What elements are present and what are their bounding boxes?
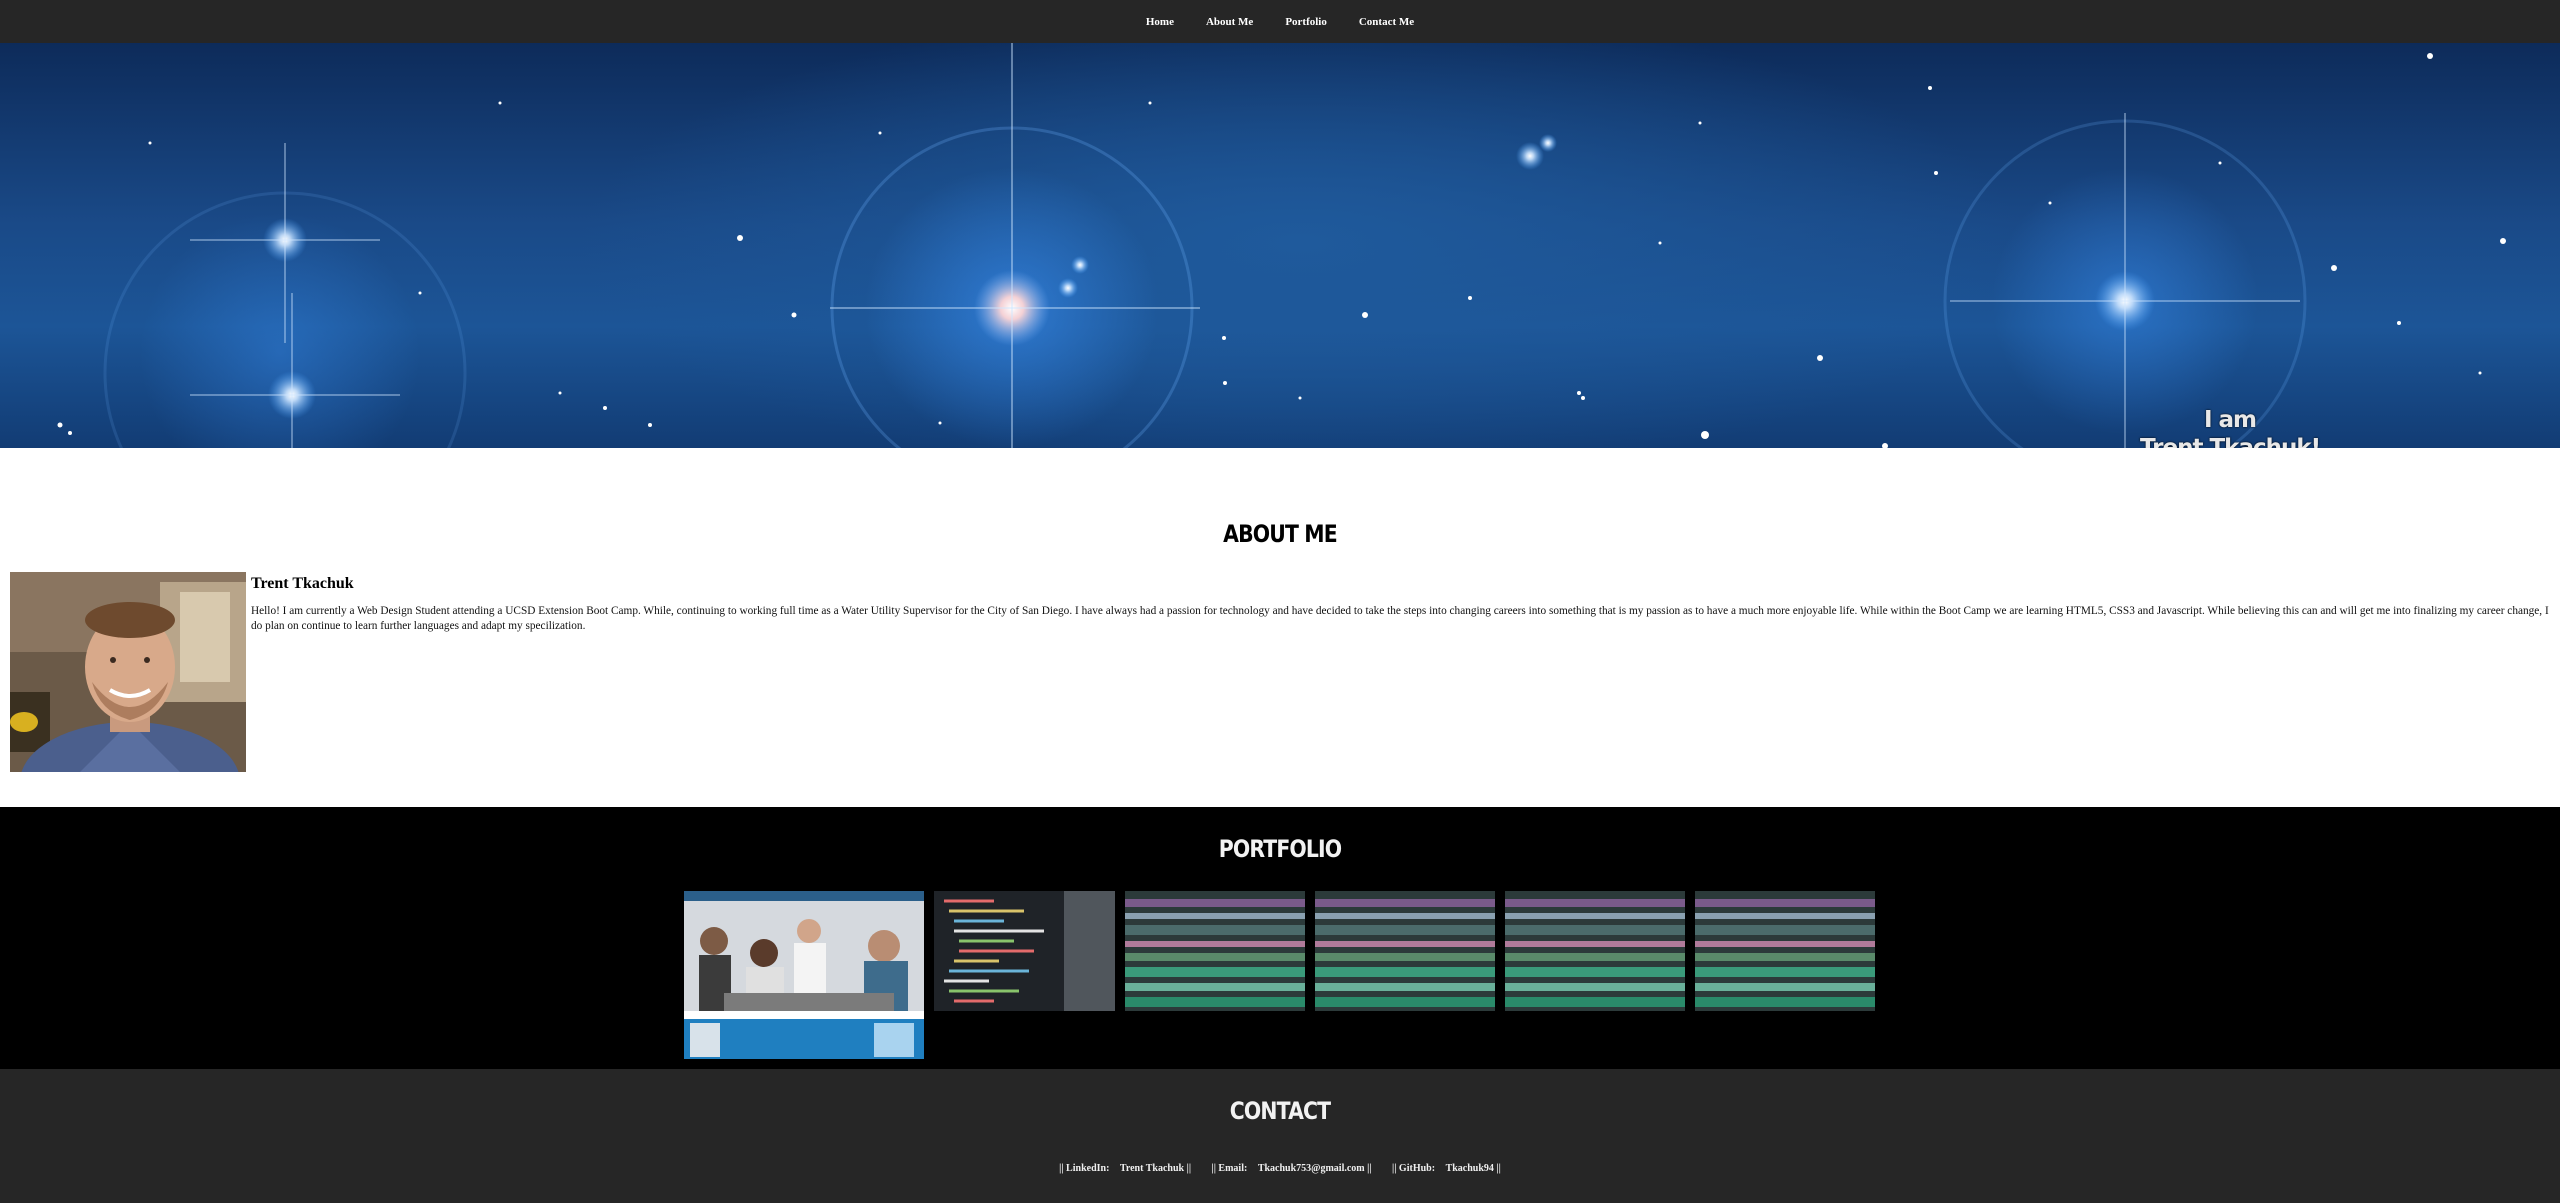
linkedin-label: || LinkedIn: xyxy=(1059,1163,1110,1174)
about-name: Trent Tkachuk xyxy=(251,575,354,592)
portfolio-thumbnail-5[interactable] xyxy=(1505,891,1685,1011)
hero-banner: I am Trent Tkachuk! xyxy=(0,43,2560,448)
hero-heading: I am Trent Tkachuk! xyxy=(2140,406,2321,448)
about-section-title: ABOUT ME xyxy=(1223,520,1338,548)
portfolio-thumbnail-3[interactable] xyxy=(1125,891,1305,1011)
portfolio-section: PORTFOLIO xyxy=(0,807,2560,1069)
profile-photo xyxy=(10,572,246,772)
about-paragraph: Hello! I am currently a Web Design Stude… xyxy=(251,605,2549,632)
nav-link-contact[interactable]: Contact Me xyxy=(1343,16,1430,28)
top-navigation: Home About Me Portfolio Contact Me xyxy=(0,0,2560,43)
portfolio-thumbnail-1[interactable] xyxy=(684,891,924,1059)
email-label: || Email: xyxy=(1211,1163,1248,1174)
contact-section: CONTACT xyxy=(0,1069,2560,1203)
hero-line-2: Trent Tkachuk! xyxy=(2140,435,2321,448)
nav-link-home[interactable]: Home xyxy=(1130,16,1190,28)
contact-links: || LinkedIn: Trent Tkachuk || || Email: … xyxy=(0,1163,2560,1174)
contact-section-title: CONTACT xyxy=(1229,1097,1331,1125)
portfolio-thumbnail-6[interactable] xyxy=(1695,891,1875,1011)
email-link[interactable]: Tkachuk753@gmail.com || xyxy=(1258,1163,1372,1174)
starfield-image xyxy=(57,43,2506,448)
portfolio-thumbnail-4[interactable] xyxy=(1315,891,1495,1011)
hero-line-1: I am xyxy=(2203,407,2257,433)
nav-link-about[interactable]: About Me xyxy=(1190,16,1269,28)
portfolio-section-title: PORTFOLIO xyxy=(1218,835,1342,863)
github-label: || GitHub: xyxy=(1392,1163,1436,1174)
linkedin-link[interactable]: Trent Tkachuk || xyxy=(1120,1163,1191,1174)
nav-link-portfolio[interactable]: Portfolio xyxy=(1269,16,1343,28)
github-link[interactable]: Tkachuk94 || xyxy=(1446,1163,1501,1174)
portfolio-thumbnail-2[interactable] xyxy=(934,891,1115,1011)
